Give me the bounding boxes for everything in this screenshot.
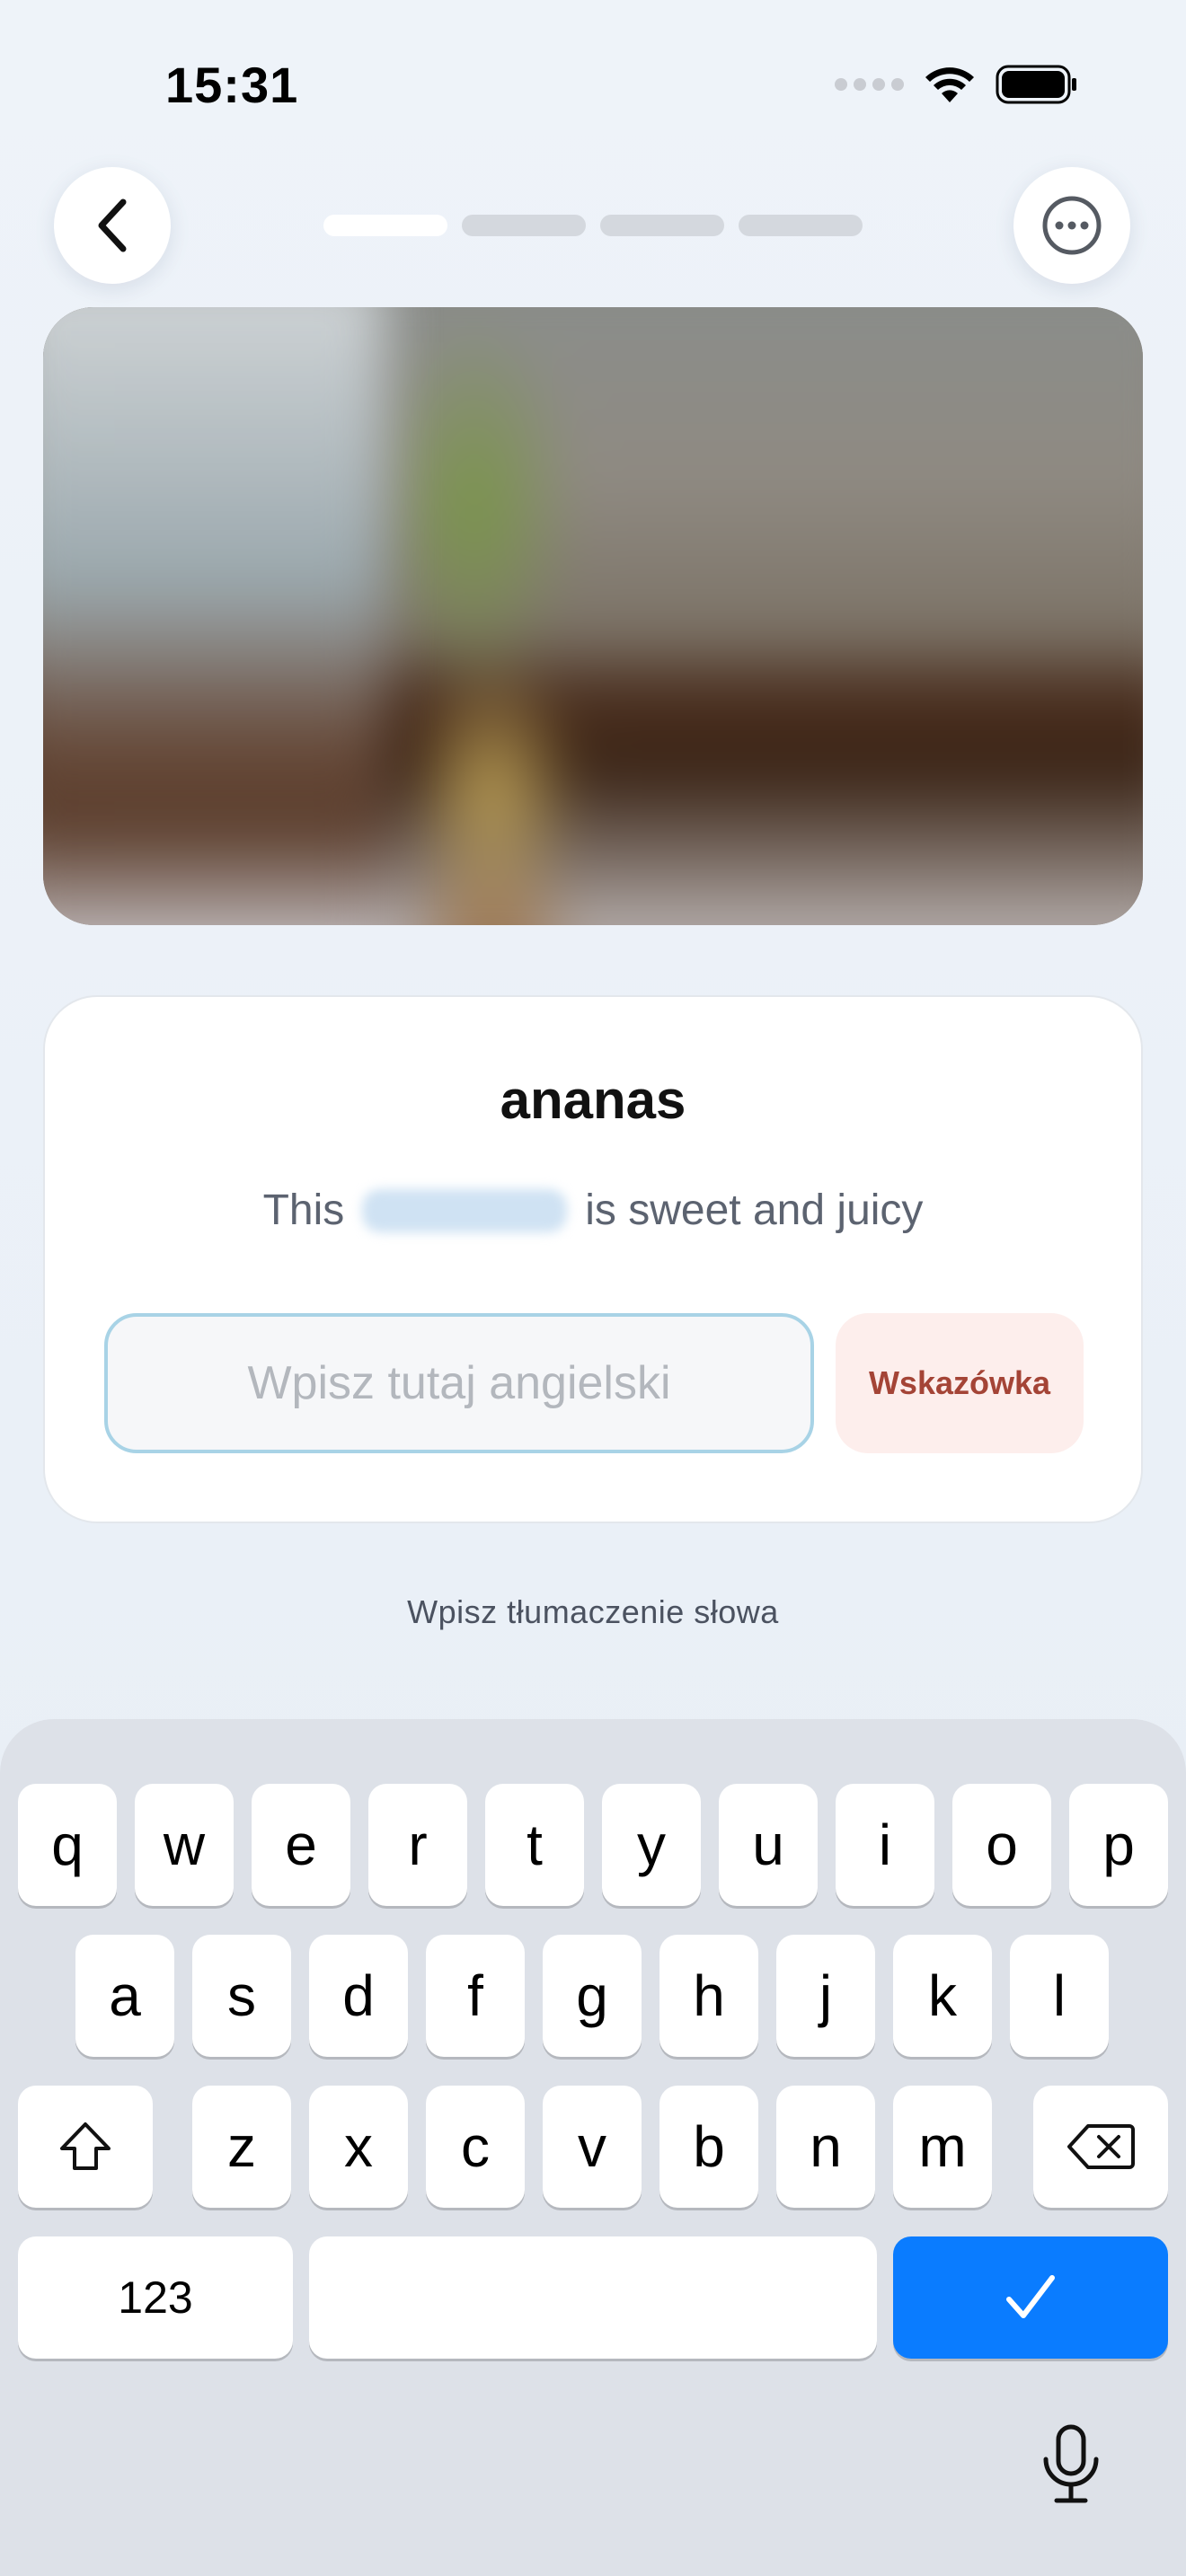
sentence-end: is sweet and juicy: [585, 1187, 924, 1234]
word-image: [43, 307, 1143, 925]
key-e[interactable]: e: [252, 1784, 350, 1906]
delete-icon: [1067, 2124, 1135, 2169]
key-r[interactable]: r: [368, 1784, 467, 1906]
key-p[interactable]: p: [1069, 1784, 1168, 1906]
key-o[interactable]: o: [952, 1784, 1051, 1906]
key-d[interactable]: d: [309, 1935, 408, 2057]
key-x[interactable]: x: [309, 2086, 408, 2208]
signal-icon: [835, 78, 904, 91]
key-b[interactable]: b: [659, 2086, 758, 2208]
key-i[interactable]: i: [836, 1784, 934, 1906]
more-icon: [1042, 196, 1102, 255]
status-bar: 15:31: [0, 0, 1186, 171]
key-w[interactable]: w: [135, 1784, 234, 1906]
key-g[interactable]: g: [543, 1935, 642, 2057]
progress-segment-3: [600, 215, 724, 236]
progress-segment-1: [323, 215, 447, 236]
key-n[interactable]: n: [776, 2086, 875, 2208]
key-l[interactable]: l: [1010, 1935, 1109, 2057]
shift-key[interactable]: [18, 2086, 153, 2208]
done-key[interactable]: [893, 2236, 1168, 2359]
lesson-progress: [323, 215, 863, 236]
shift-icon: [60, 2122, 111, 2170]
status-icons: [835, 65, 1078, 104]
word-card: ananas This is sweet and juicy Wskazówka: [43, 995, 1143, 1523]
key-f[interactable]: f: [426, 1935, 525, 2057]
battery-icon: [996, 65, 1078, 104]
microphone-icon: [1043, 2424, 1099, 2503]
key-s[interactable]: s: [192, 1935, 291, 2057]
key-y[interactable]: y: [602, 1784, 701, 1906]
back-button[interactable]: [54, 167, 171, 284]
key-h[interactable]: h: [659, 1935, 758, 2057]
more-button[interactable]: [1013, 167, 1130, 284]
word-title: ananas: [500, 1070, 686, 1130]
key-t[interactable]: t: [485, 1784, 584, 1906]
key-m[interactable]: m: [893, 2086, 992, 2208]
key-u[interactable]: u: [719, 1784, 818, 1906]
key-k[interactable]: k: [893, 1935, 992, 2057]
instruction-text: Wpisz tłumaczenie słowa: [407, 1593, 779, 1630]
key-j[interactable]: j: [776, 1935, 875, 2057]
key-v[interactable]: v: [543, 2086, 642, 2208]
answer-input[interactable]: [104, 1313, 814, 1453]
dictation-button[interactable]: [1040, 2423, 1102, 2510]
hidden-word: [362, 1188, 568, 1232]
progress-segment-2: [462, 215, 586, 236]
keyboard: q w e r t y u i o p a s d f g h j k l z …: [0, 1719, 1186, 2576]
checkmark-icon: [1006, 2275, 1055, 2318]
key-q[interactable]: q: [18, 1784, 117, 1906]
key-z[interactable]: z: [192, 2086, 291, 2208]
progress-segment-4: [739, 215, 863, 236]
sentence-start: This: [262, 1187, 345, 1234]
back-chevron-icon: [98, 198, 127, 252]
key-a[interactable]: a: [75, 1935, 174, 2057]
example-sentence: This is sweet and juicy: [45, 1186, 1141, 1235]
status-time: 15:31: [165, 57, 299, 113]
delete-key[interactable]: [1033, 2086, 1168, 2208]
key-c[interactable]: c: [426, 2086, 525, 2208]
wifi-icon: [924, 65, 976, 104]
hint-button[interactable]: Wskazówka: [836, 1313, 1084, 1453]
space-key[interactable]: [309, 2236, 877, 2359]
numbers-key[interactable]: 123: [18, 2236, 293, 2359]
